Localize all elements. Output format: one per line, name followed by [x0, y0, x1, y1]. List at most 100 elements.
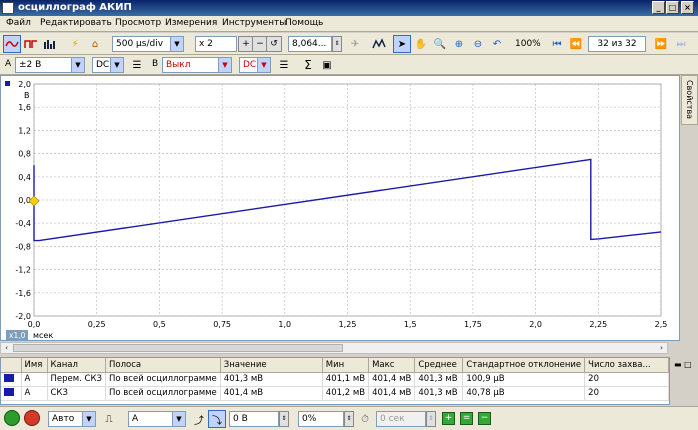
delay-field[interactable]: 0 сек [376, 411, 426, 427]
minimize-button[interactable]: _ [652, 1, 665, 14]
properties-tab[interactable]: Свойства [681, 75, 698, 125]
column-header[interactable]: Макс [368, 358, 416, 373]
home-icon[interactable]: ⌂ [86, 35, 104, 53]
trigger-channel-select[interactable]: A ▼ [128, 411, 186, 427]
x-tick-label: 1,0 [278, 320, 291, 329]
previous-capture-icon[interactable]: ⏪ [567, 35, 585, 53]
channel-a-coupling-select[interactable]: DC ▼ [92, 57, 124, 73]
column-header[interactable]: Полоса [105, 358, 221, 373]
persistence-mode-icon[interactable] [22, 35, 40, 53]
channel-a-options-icon[interactable]: ☰ [128, 56, 146, 74]
post-trigger-delay-icon[interactable]: ⏱ [356, 410, 374, 428]
start-capture-icon[interactable] [4, 410, 20, 426]
channel-b-range-select[interactable]: Выкл ▼ [162, 57, 232, 73]
menu-help[interactable]: Помощь [285, 18, 323, 28]
table-cell: 40,78 µВ [462, 386, 586, 401]
x-axis-unit: мсек [33, 331, 53, 340]
table-cell: 401,4 мВ [368, 372, 416, 387]
pointer-tool-icon[interactable]: ➤ [393, 35, 411, 53]
zoom-tool-icon[interactable]: 🔍 [431, 35, 449, 53]
trigger-level-field[interactable]: 0 В [229, 411, 279, 427]
channel-a-range-select[interactable]: ±2 В ▼ [15, 57, 85, 73]
x-tick-label: 0,75 [213, 320, 231, 329]
channel-b-label: B [152, 59, 159, 69]
auto-setup-icon[interactable]: ⚡ [66, 35, 84, 53]
chevron-down-icon: ▼ [172, 412, 185, 426]
spectrum-mode-icon[interactable] [41, 35, 59, 53]
table-cell: 100,9 µВ [462, 372, 586, 387]
trigger-mode-select[interactable]: Авто ▼ [48, 411, 96, 427]
signal-gen-icon[interactable]: ✈ [346, 35, 364, 53]
zoom-reset-button[interactable]: ↺ [266, 36, 282, 52]
x-tick-label: 2,25 [589, 320, 607, 329]
stop-capture-icon[interactable] [24, 410, 40, 426]
table-cell: 401,3 мВ [414, 386, 464, 401]
table-row[interactable]: A Перем. СКЗ По всей осциллограмме 401,3… [1, 372, 669, 387]
waveform-chart[interactable]: 2,01,61,20,80,40,0-0,4-0,8-1,2-1,6-2,0 0… [1, 76, 679, 340]
capture-counter[interactable]: 32 из 32 [588, 36, 646, 52]
menu-view[interactable]: Просмотр [115, 18, 161, 28]
falling-edge-icon[interactable]: ⤵ [208, 410, 226, 428]
x-tick-label: 1,25 [339, 320, 357, 329]
next-capture-icon[interactable]: ⏩ [652, 35, 670, 53]
timebase-select[interactable]: 500 µs/div ▼ [112, 36, 184, 52]
samples-field[interactable]: 8,064... [288, 36, 332, 52]
x-tick-label: 1,5 [404, 320, 417, 329]
table-cell: 20 [584, 372, 669, 387]
y-tick-label: -0,4 [15, 219, 31, 228]
math-channels-icon[interactable]: Σ [299, 56, 317, 74]
oscilloscope-view[interactable]: 2,0 1,6 1,2 0,8 0,4 0,0 -0,4 -0,8 -1,2 -1,6 -2,0 0… [0, 75, 680, 341]
column-header[interactable]: Имя [21, 358, 48, 373]
hand-tool-icon[interactable]: ✋ [412, 35, 430, 53]
add-measurement-icon[interactable]: + [442, 412, 455, 425]
column-header[interactable]: Канал [47, 358, 106, 373]
close-button[interactable]: × [681, 1, 694, 14]
reference-waveform-icon[interactable]: ▣ [318, 56, 336, 74]
samples-spinner[interactable]: ⇕ [332, 36, 342, 52]
undo-zoom-icon[interactable]: ↶ [488, 35, 506, 53]
delete-measurement-icon[interactable]: − [478, 412, 491, 425]
table-row[interactable]: A СКЗ По всей осциллограмме 401,4 мВ 401… [1, 386, 669, 401]
table-cell: По всей осциллограмме [105, 386, 221, 401]
table-cell: 20 [584, 386, 669, 401]
table-window-controls[interactable]: ▬ □ [674, 360, 696, 372]
scroll-right-icon[interactable]: › [656, 343, 667, 353]
column-header[interactable]: Среднее [414, 358, 464, 373]
menu-measurements[interactable]: Измерения [165, 18, 217, 28]
channel-b-options-icon[interactable]: ☰ [275, 56, 293, 74]
title-bar: осциллограф АКИП _ □ × [0, 0, 698, 16]
menu-bar: Файл Редактировать Просмотр Измерения Ин… [0, 16, 698, 32]
first-capture-icon[interactable]: ⏮ [548, 35, 566, 53]
app-icon [2, 2, 14, 14]
y-tick-label: -0,8 [15, 242, 31, 251]
trigger-level-spinner[interactable]: ⇕ [279, 411, 289, 427]
horizontal-scrollbar[interactable]: ‹ › [0, 342, 668, 354]
trigger-type-icon[interactable]: ⎍ [100, 410, 118, 428]
column-header[interactable]: Стандартное отклонение [462, 358, 586, 373]
channel-b-coupling-select[interactable]: DC ▼ [239, 57, 271, 73]
pretrigger-spinner[interactable]: ⇕ [344, 411, 354, 427]
column-header[interactable]: Число захва... [584, 358, 669, 373]
zoom-out-tool-icon[interactable]: ⊖ [469, 35, 487, 53]
edit-measurement-icon[interactable]: = [460, 412, 473, 425]
table-header-indicator [1, 358, 22, 373]
x-tick-label: 2,0 [529, 320, 542, 329]
menu-file[interactable]: Файл [6, 18, 31, 28]
zoom-in-tool-icon[interactable]: ⊕ [450, 35, 468, 53]
menu-tools[interactable]: Инструменты [222, 18, 286, 28]
rising-edge-icon[interactable]: ⤴ [190, 410, 208, 428]
channel-color-indicator [1, 372, 22, 387]
x-tick-label: 0,5 [153, 320, 166, 329]
zoom-factor-field[interactable]: x 2 [195, 36, 237, 52]
scrollbar-thumb[interactable] [13, 344, 343, 352]
pretrigger-field[interactable]: 0% [298, 411, 344, 427]
maximize-button[interactable]: □ [666, 1, 679, 14]
menu-edit[interactable]: Редактировать [40, 18, 112, 28]
channel-options-icon[interactable] [370, 35, 388, 53]
column-header[interactable]: Значение [220, 358, 323, 373]
last-capture-icon[interactable]: ⏭ [672, 35, 690, 53]
scope-mode-icon[interactable] [3, 35, 21, 53]
delay-spinner[interactable]: ⇕ [426, 411, 436, 427]
column-header[interactable]: Мин [322, 358, 370, 373]
scroll-left-icon[interactable]: ‹ [1, 343, 12, 353]
